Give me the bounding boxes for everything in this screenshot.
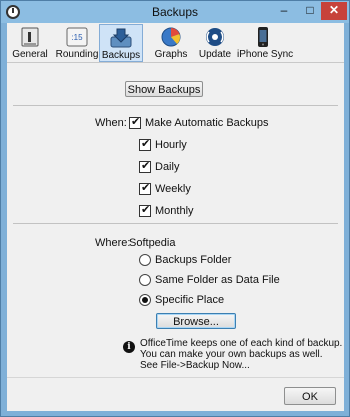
tab-rounding[interactable]: :15 Rounding [55,24,99,62]
general-icon [21,27,39,47]
monthly-check-icon [139,203,151,217]
tab-rounding-label: Rounding [55,49,99,60]
tab-update[interactable]: Update [197,24,233,62]
browse-button[interactable]: Browse... [156,313,236,329]
dialog-footer: OK [7,377,344,411]
backups-download-icon [110,28,132,48]
specific-place-label: Specific Place [155,294,225,306]
rounding-icon-text: :15 [71,33,83,42]
tab-backups[interactable]: Backups [99,24,143,62]
info-text: OfficeTime keeps one of each kind of bac… [140,338,342,371]
weekly-check-icon [139,181,151,195]
rounding-clock-icon: :15 [66,27,88,47]
tab-general-label: General [12,49,48,60]
separator [13,105,338,106]
preferences-window: Backups – □ ✕ General :15 Rounding Backu… [0,0,350,417]
separator [13,223,338,224]
graphs-pie-icon [161,27,181,47]
tab-backups-label: Backups [101,50,141,61]
backups-folder-label: Backups Folder [155,254,232,266]
tab-iphone-sync-label: iPhone Sync [237,49,294,60]
monthly-label: Monthly [155,205,194,217]
preferences-toolbar: General :15 Rounding Backups Graphs Upda… [7,23,344,63]
where-value: Softpedia [129,237,176,249]
update-broadcast-icon [206,28,224,46]
same-folder-radio-icon [139,274,151,286]
auto-backup-label: Make Automatic Backups [145,117,269,129]
maximize-button[interactable]: □ [297,2,323,20]
tab-update-label: Update [198,49,232,60]
info-line: You can make your own backups as well. [140,349,323,360]
iphone-icon [258,27,268,47]
title-bar[interactable]: Backups – □ ✕ [1,1,349,23]
hourly-check-icon [139,137,151,151]
auto-backup-check-icon [129,115,141,129]
when-label: When: [95,117,127,129]
same-folder-label: Same Folder as Data File [155,274,280,286]
tab-graphs-label: Graphs [154,49,188,60]
tab-iphone-sync[interactable]: iPhone Sync [237,24,294,62]
info-line: See File->Backup Now... [140,360,250,371]
backups-folder-radio-icon [139,254,151,266]
preferences-content: General :15 Rounding Backups Graphs Upda… [7,23,344,411]
hourly-label: Hourly [155,139,187,151]
tab-graphs[interactable]: Graphs [151,24,191,62]
where-label: Where: [95,237,131,249]
weekly-label: Weekly [155,183,191,195]
info-line: OfficeTime keeps one of each kind of bac… [140,338,343,349]
show-backups-button[interactable]: Show Backups [125,81,203,97]
info-icon: i [123,341,135,353]
ok-button[interactable]: OK [284,387,336,405]
tab-general[interactable]: General [11,24,49,62]
close-button[interactable]: ✕ [321,2,347,20]
daily-label: Daily [155,161,180,173]
minimize-button[interactable]: – [271,2,297,20]
daily-check-icon [139,159,151,173]
specific-place-radio-icon [139,294,151,306]
